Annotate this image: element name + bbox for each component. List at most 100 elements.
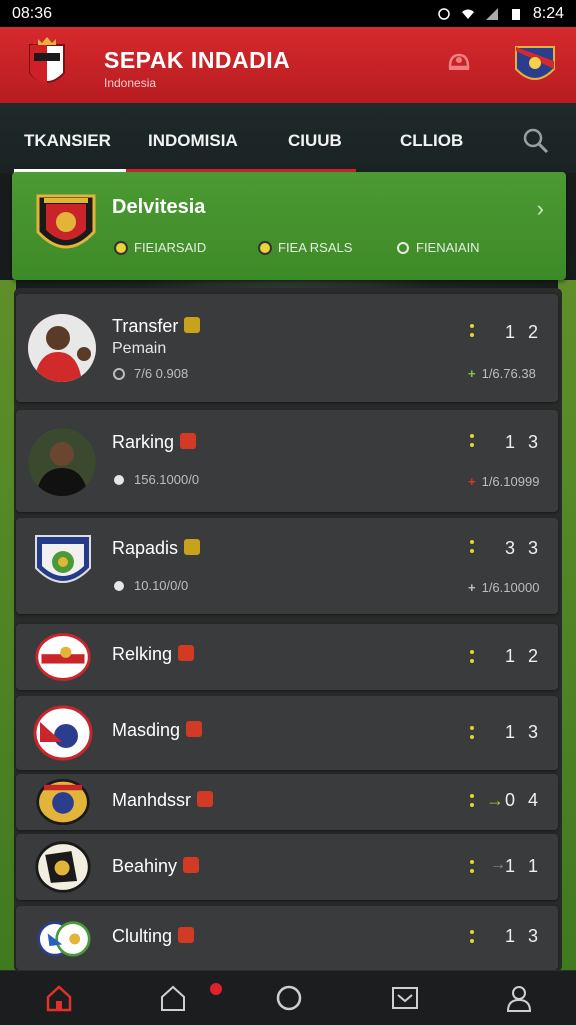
club-crest-icon <box>36 778 90 826</box>
bottom-nav <box>0 970 576 1025</box>
item-meta-text: 7/6 0.908 <box>134 366 189 381</box>
featured-meta-3-text: FIENAIAIN <box>416 240 480 255</box>
coin-icon <box>258 240 272 255</box>
item-name: Beahiny <box>112 856 200 877</box>
item-name: Relking <box>112 644 195 665</box>
list-item[interactable]: Manhdssr → 0 4 <box>16 774 558 830</box>
list-item[interactable]: Rapadis 10.10/0/0 3 3 +1/6.10000 <box>16 518 558 614</box>
tab-indonesia[interactable]: INDOMISIA <box>148 131 238 151</box>
app-subtitle: Indonesia <box>104 76 157 90</box>
red-badge-icon <box>197 791 214 808</box>
red-badge-icon <box>180 433 197 450</box>
featured-meta-3: FIENAIAIN <box>396 240 480 255</box>
tab-bar: TKANSIER INDOMISIA CIUUB CLLIOB <box>0 103 576 173</box>
item-meta: 7/6 0.908 <box>112 366 188 381</box>
item-name: Manhdssr <box>112 790 214 811</box>
red-badge-icon <box>183 857 200 874</box>
club-crest-icon[interactable] <box>512 39 558 89</box>
item-score: 1 1 <box>504 856 542 876</box>
status-dots <box>470 860 474 874</box>
item-score: 1 2 <box>504 646 542 666</box>
list-item[interactable]: Relking 1 2 <box>16 624 558 690</box>
signal-icon <box>485 7 498 20</box>
featured-meta-1-text: FIEIARSAID <box>134 240 207 255</box>
list-item[interactable]: Transfer Pemain 7/6 0.908 1 2 +1/6.76.38 <box>16 294 558 402</box>
plus-icon: + <box>468 474 476 489</box>
list-item[interactable]: Beahiny → 1 1 <box>16 834 558 900</box>
club-crest-icon <box>33 705 93 761</box>
item-name: Transfer <box>112 316 201 337</box>
tab-transfer[interactable]: TKANSIER <box>24 131 111 151</box>
tab-club-2[interactable]: CLLIOB <box>400 131 463 151</box>
ball-icon <box>114 474 124 485</box>
item-score: 1 3 <box>504 432 542 452</box>
status-dots <box>470 650 474 664</box>
ranking-list: Transfer Pemain 7/6 0.908 1 2 +1/6.76.38… <box>14 288 562 972</box>
search-icon[interactable] <box>520 125 550 155</box>
club-crest-icon <box>37 921 91 957</box>
trend-arrow-icon: → <box>490 856 506 873</box>
item-trend-text: 1/6.10999 <box>481 474 540 489</box>
item-score: 1 2 <box>504 322 542 342</box>
notification-badge <box>210 983 222 995</box>
app-title: SEPAK INDADIA <box>104 47 291 73</box>
red-badge-icon <box>178 645 195 662</box>
coin-icon <box>114 240 128 255</box>
item-subtitle: Pemain <box>112 340 167 357</box>
profile-icon[interactable] <box>504 983 534 1013</box>
featured-meta-2: FIEA RSALS <box>258 240 352 255</box>
item-trend: +1/6.10999 <box>468 474 539 489</box>
alarm-icon <box>438 7 450 20</box>
item-score: 1 3 <box>504 926 542 946</box>
item-trend: +1/6.10000 <box>468 580 539 595</box>
link-icon <box>397 241 409 254</box>
app-header: SEPAK INDADIA Indonesia <box>0 27 576 103</box>
club-crest-icon <box>35 535 91 583</box>
item-trend-text: 1/6.76.38 <box>481 366 536 381</box>
plus-icon: + <box>468 580 476 595</box>
status-dots <box>470 726 474 740</box>
status-dots <box>470 324 474 338</box>
status-clock: 8:24 <box>532 4 564 22</box>
item-meta-text: 156.1000/0 <box>134 472 200 487</box>
inbox-icon[interactable] <box>390 983 420 1013</box>
item-meta: 10.10/0/0 <box>112 578 188 593</box>
status-dots <box>470 540 474 554</box>
notification-icon[interactable] <box>444 47 474 77</box>
house-outline-icon[interactable] <box>158 983 188 1013</box>
list-item[interactable]: Clulting 1 3 <box>16 906 558 970</box>
wifi-icon <box>461 9 474 19</box>
status-dots <box>470 930 474 944</box>
list-item[interactable]: Rarking 156.1000/0 1 3 +1/6.10999 <box>16 410 558 512</box>
item-name: Masding <box>112 720 203 741</box>
list-item[interactable]: Masding 1 3 <box>16 696 558 770</box>
yellow-badge-icon <box>184 317 201 334</box>
item-meta-text: 10.10/0/0 <box>134 578 189 593</box>
tab-club[interactable]: CIUUB <box>288 131 342 151</box>
status-time: 08:36 <box>12 4 53 22</box>
circle-icon[interactable] <box>274 983 304 1013</box>
item-score: 3 3 <box>504 538 542 558</box>
featured-meta-1: FIEIARSAID <box>114 240 206 255</box>
player-avatar <box>28 314 96 382</box>
featured-meta-2-text: FIEA RSALS <box>278 240 353 255</box>
featured-title: Delvitesia <box>112 196 206 218</box>
status-dots <box>470 434 474 448</box>
app-logo-icon <box>29 37 65 85</box>
item-score: 1 3 <box>504 722 542 742</box>
featured-card[interactable]: Delvitesia FIEIARSAID FIEA RSALS FIENAIA… <box>12 172 566 280</box>
yellow-badge-icon <box>184 539 201 556</box>
item-meta: 156.1000/0 <box>112 472 199 487</box>
item-score: 0 4 <box>504 790 542 810</box>
red-badge-icon <box>178 927 195 944</box>
featured-crest-icon <box>36 194 96 249</box>
chevron-right-icon: › <box>536 196 544 221</box>
ball-icon <box>114 580 124 591</box>
red-badge-icon <box>186 721 203 738</box>
battery-icon <box>511 8 520 20</box>
home-icon[interactable] <box>44 983 74 1013</box>
item-name: Clulting <box>112 926 195 947</box>
item-trend-text: 1/6.10000 <box>481 580 540 595</box>
club-crest-icon <box>35 633 91 681</box>
item-trend: +1/6.76.38 <box>468 366 536 381</box>
